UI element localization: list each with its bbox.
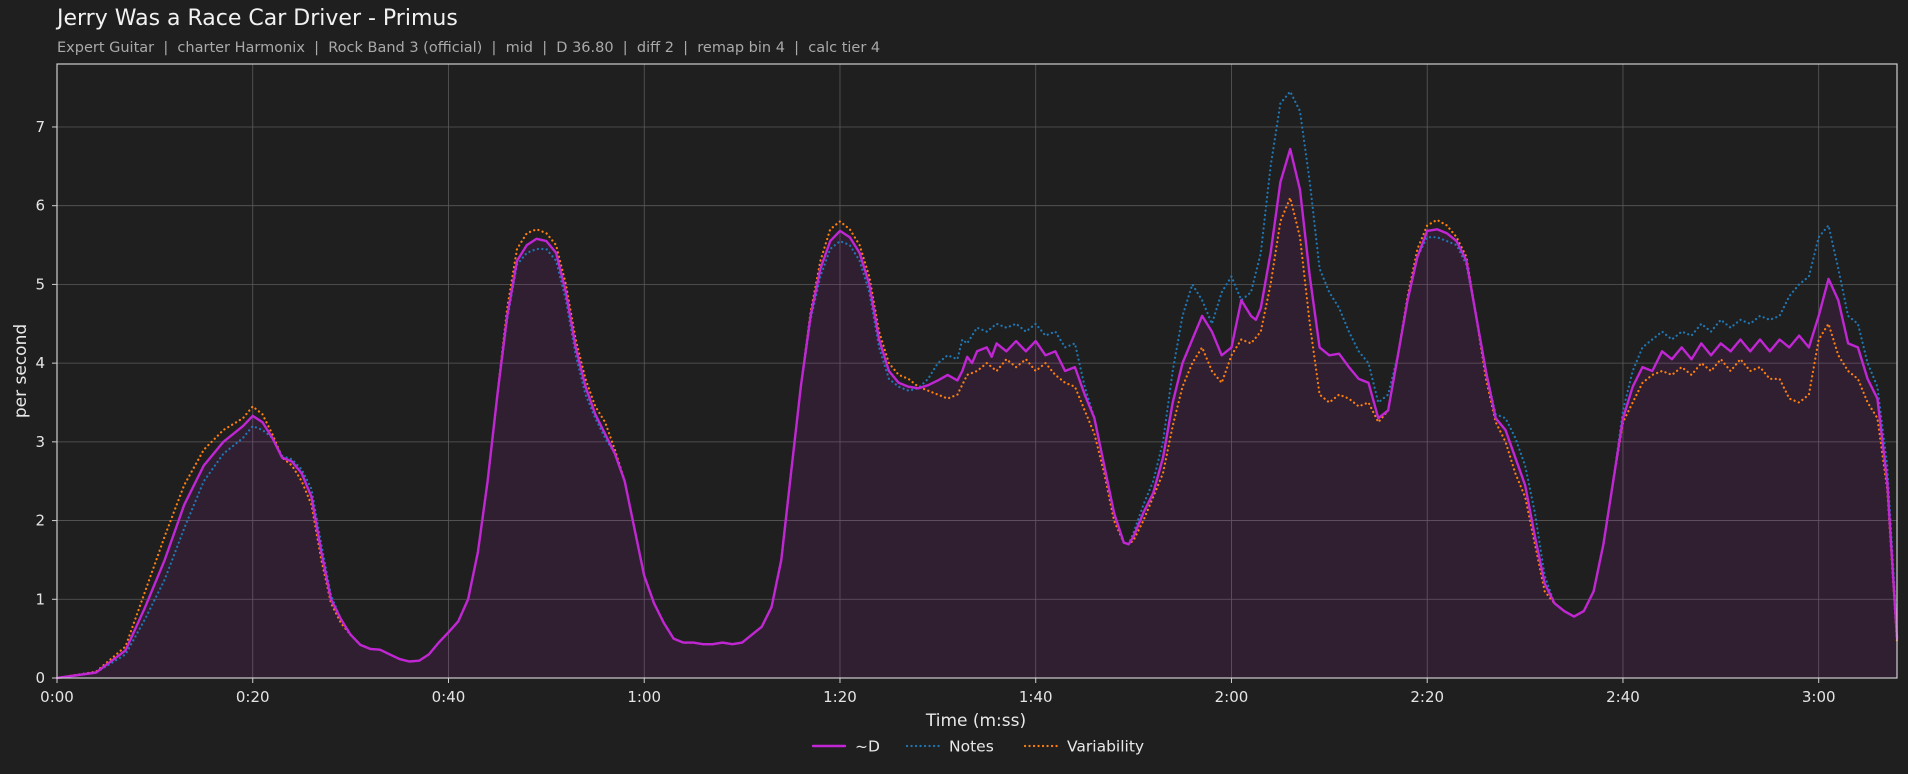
x-tick-label: 0:00 [40, 688, 74, 706]
legend-label: ~D [855, 738, 880, 756]
x-tick-label: 2:20 [1410, 688, 1444, 706]
x-tick-label: 2:40 [1606, 688, 1640, 706]
legend-label: Variability [1067, 738, 1144, 756]
x-tick-label: 1:00 [627, 688, 661, 706]
y-tick-label: 1 [35, 590, 45, 608]
legend-label: Notes [949, 738, 994, 756]
x-tick-label: 0:40 [432, 688, 466, 706]
y-tick-label: 2 [35, 512, 45, 530]
y-tick-label: 3 [35, 433, 45, 451]
x-tick-label: 1:20 [823, 688, 857, 706]
y-tick-label: 4 [35, 354, 45, 372]
x-tick-label: 3:00 [1802, 688, 1836, 706]
y-tick-label: 5 [35, 275, 45, 293]
y-axis-label: per second [11, 324, 31, 418]
x-axis-label: Time (m:ss) [925, 711, 1026, 731]
x-tick-label: 1:40 [1019, 688, 1053, 706]
y-tick-label: 0 [35, 669, 45, 687]
y-tick-label: 6 [35, 197, 45, 215]
y-tick-label: 7 [35, 118, 45, 136]
legend: ~D Notes Variability [811, 738, 1144, 756]
x-tick-label: 2:00 [1215, 688, 1249, 706]
line-chart: 0:00 0:20 0:40 1:00 1:20 1:40 2:00 2:20 2:40 3:00… [11, 63, 1899, 756]
x-tick-label: 0:20 [236, 688, 270, 706]
